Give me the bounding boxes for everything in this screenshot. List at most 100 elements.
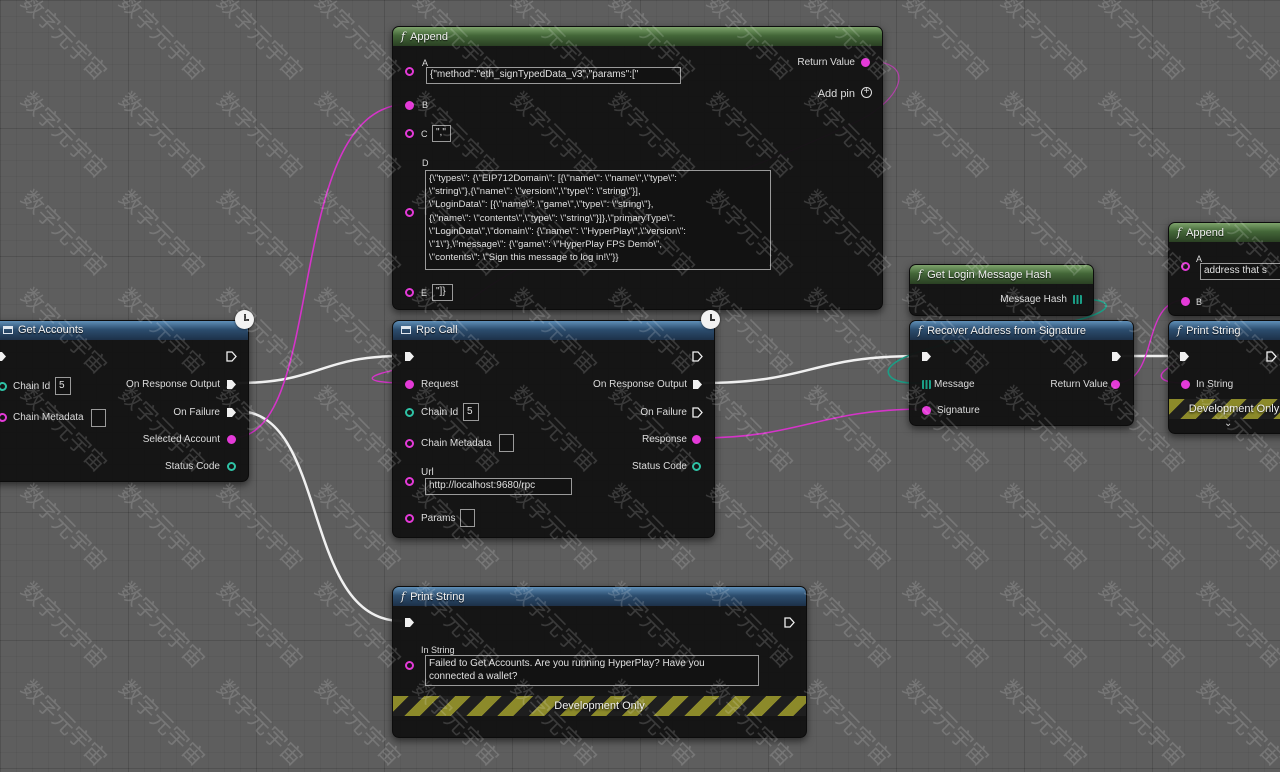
chain-metadata-label: Chain Metadata <box>421 438 492 449</box>
request-label: Request <box>421 379 459 390</box>
chain-metadata-pin[interactable] <box>405 439 414 448</box>
url-pin[interactable] <box>405 477 414 486</box>
recover-address-title: Recover Address from Signature <box>927 325 1087 337</box>
print-string-right-title: Print String <box>1186 325 1241 337</box>
string-wire <box>231 103 410 439</box>
e-pin[interactable] <box>405 288 414 297</box>
function-icon: f <box>401 590 406 603</box>
e-input[interactable]: "]} <box>432 284 453 301</box>
on-failure-pin[interactable] <box>692 407 703 418</box>
function-icon: f <box>1177 324 1182 337</box>
get-accounts-header[interactable]: Get Accounts <box>0 321 248 340</box>
chain-id-label: Chain Id <box>13 381 51 392</box>
in-string-input[interactable]: Failed to Get Accounts. Are you running … <box>425 655 759 686</box>
on-response-output-pin[interactable] <box>226 379 237 390</box>
clock-icon <box>701 310 720 329</box>
get-login-message-hash-node[interactable]: f Get Login Message Hash Message Hash <box>909 264 1094 316</box>
d-label: D <box>422 158 429 168</box>
b-label: B <box>1196 297 1203 307</box>
message-pin[interactable] <box>922 380 931 389</box>
status-code-label: Status Code <box>164 461 220 472</box>
on-response-output-label: On Response Output <box>593 379 687 390</box>
return-value-pin[interactable] <box>1111 380 1120 389</box>
exec-in-pin[interactable] <box>404 351 415 362</box>
message-hash-pin[interactable] <box>1073 295 1082 304</box>
a-input[interactable]: {"method":"eth_signTypedData_v3","params… <box>426 67 681 84</box>
exec-out-pin[interactable] <box>226 351 237 362</box>
on-response-output-pin[interactable] <box>692 379 703 390</box>
exec-out-pin[interactable] <box>1111 351 1122 362</box>
b-label: B <box>422 100 429 110</box>
c-input[interactable]: "," <box>432 125 451 142</box>
function-icon: f <box>1177 226 1182 239</box>
exec-out-pin[interactable] <box>692 351 703 362</box>
recover-address-header[interactable]: f Recover Address from Signature <box>910 321 1133 340</box>
append-right-title: Append <box>1186 227 1225 239</box>
print-string-right-node[interactable]: f Print String In String Development Only… <box>1168 320 1280 434</box>
response-label: Response <box>641 434 687 445</box>
message-hash-label: Message Hash <box>1000 294 1067 305</box>
params-pin[interactable] <box>405 514 414 523</box>
print-string-header[interactable]: f Print String <box>393 587 806 606</box>
append-header[interactable]: f Append <box>393 27 882 46</box>
response-pin[interactable] <box>692 435 701 444</box>
rpc-call-header[interactable]: Rpc Call <box>393 321 714 340</box>
function-icon: f <box>918 268 923 281</box>
signature-pin[interactable] <box>922 406 931 415</box>
append-right-node[interactable]: f Append A address that s B <box>1168 222 1280 316</box>
macro-icon <box>401 326 411 334</box>
get-accounts-node[interactable]: Get Accounts Chain Id 5 Chain Metadata O… <box>0 320 249 482</box>
on-failure-pin[interactable] <box>226 407 237 418</box>
chain-id-input[interactable]: 5 <box>463 403 479 421</box>
chain-metadata-pin[interactable] <box>0 413 7 422</box>
recover-address-node[interactable]: f Recover Address from Signature Message … <box>909 320 1134 426</box>
b-pin[interactable] <box>405 101 414 110</box>
c-label: C <box>421 129 428 139</box>
selected-account-label: Selected Account <box>142 434 220 445</box>
a-pin[interactable] <box>405 67 414 76</box>
chain-id-pin[interactable] <box>0 382 7 391</box>
d-input[interactable]: {\"types\": {\"EIP712Domain\": [{\"name\… <box>425 170 771 270</box>
get-login-message-hash-header[interactable]: f Get Login Message Hash <box>910 265 1093 284</box>
exec-in-pin[interactable] <box>404 617 415 628</box>
status-code-pin[interactable] <box>692 462 701 471</box>
a-input[interactable]: address that s <box>1200 263 1280 280</box>
exec-in-pin[interactable] <box>921 351 932 362</box>
in-string-pin[interactable] <box>405 661 414 670</box>
print-string-right-header[interactable]: f Print String <box>1169 321 1280 340</box>
return-value-label: Return Value <box>797 57 855 68</box>
add-pin-label[interactable]: Add pin <box>818 88 855 100</box>
exec-out-pin[interactable] <box>784 617 795 628</box>
chain-metadata-checkbox[interactable] <box>91 409 106 427</box>
b-pin[interactable] <box>1181 297 1190 306</box>
exec-in-pin[interactable] <box>1179 351 1190 362</box>
rpc-call-node[interactable]: Rpc Call Request Chain Id 5 Chain Metada… <box>392 320 715 538</box>
chain-id-input[interactable]: 5 <box>55 377 71 395</box>
plus-circle-icon[interactable]: + <box>861 87 872 98</box>
append-node[interactable]: f Append A {"method":"eth_signTypedData_v… <box>392 26 883 310</box>
url-input[interactable]: http://localhost:9680/rpc <box>425 478 572 495</box>
exec-wire <box>236 409 403 623</box>
chain-id-pin[interactable] <box>405 408 414 417</box>
selected-account-pin[interactable] <box>227 435 236 444</box>
in-string-pin[interactable] <box>1181 380 1190 389</box>
chain-metadata-checkbox[interactable] <box>499 434 514 452</box>
request-pin[interactable] <box>405 380 414 389</box>
on-failure-label: On Failure <box>173 407 220 418</box>
print-string-node[interactable]: f Print String In String Failed to Get Ac… <box>392 586 807 738</box>
params-checkbox[interactable] <box>460 509 475 527</box>
macro-icon <box>3 326 13 334</box>
signature-label: Signature <box>937 405 980 416</box>
append-title: Append <box>410 31 449 43</box>
status-code-pin[interactable] <box>227 462 236 471</box>
c-pin[interactable] <box>405 129 414 138</box>
in-string-label: In String <box>1196 379 1234 390</box>
chevron-down-icon[interactable]: ⌄ <box>1224 418 1232 429</box>
exec-out-pin[interactable] <box>1266 351 1277 362</box>
exec-wire <box>702 354 919 385</box>
a-pin[interactable] <box>1181 262 1190 271</box>
d-pin[interactable] <box>405 208 414 217</box>
return-value-pin[interactable] <box>861 58 870 67</box>
append-right-header[interactable]: f Append <box>1169 223 1280 242</box>
exec-in-pin[interactable] <box>0 351 7 362</box>
